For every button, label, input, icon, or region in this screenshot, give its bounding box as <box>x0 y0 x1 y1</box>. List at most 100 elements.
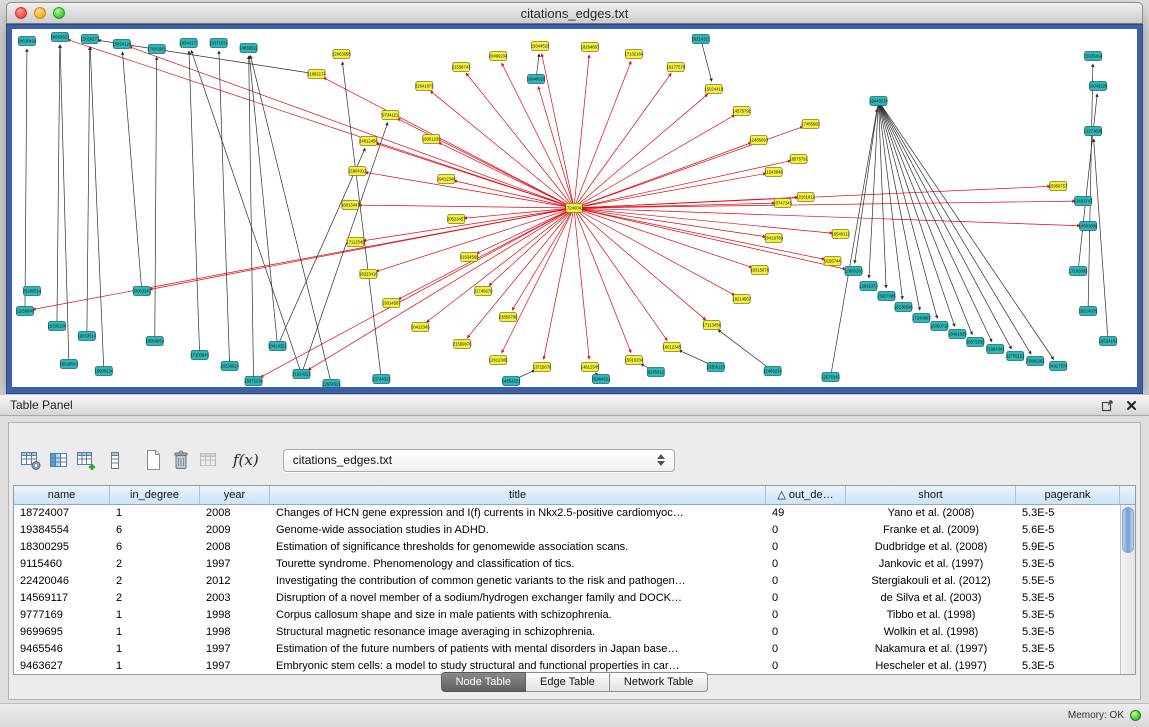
float-panel-icon[interactable] <box>1099 397 1115 413</box>
graph-edge[interactable] <box>261 208 574 377</box>
column-header-title[interactable]: title <box>270 486 766 505</box>
graph-node[interactable]: 16820541 <box>60 360 79 369</box>
table-row[interactable]: 946554611997Estimation of the future num… <box>14 641 1120 658</box>
table-cell[interactable]: 9463627 <box>14 658 110 675</box>
table-cell[interactable]: 2008 <box>200 505 270 522</box>
graph-node[interactable]: 17103943 <box>190 351 209 360</box>
graph-node[interactable]: 24812456 <box>359 137 378 146</box>
column-header-in_degree[interactable]: in_degree <box>110 486 200 505</box>
graph-edge[interactable] <box>122 52 141 291</box>
graph-edge[interactable] <box>574 208 846 269</box>
graph-node[interactable]: 18575791 <box>789 155 808 164</box>
graph-node[interactable]: 16949510 <box>527 75 546 84</box>
graph-node[interactable]: 10371074 <box>209 39 228 48</box>
graph-node[interactable]: 13715678 <box>533 363 552 372</box>
graph-edge[interactable] <box>438 142 574 208</box>
graph-node[interactable]: 17113456 <box>703 321 722 330</box>
column-header-pagerank[interactable]: pagerank <box>1016 486 1120 505</box>
table-cell[interactable]: 5.3E-5 <box>1016 658 1120 675</box>
graph-edge[interactable] <box>574 208 667 340</box>
graph-edge[interactable] <box>574 208 631 353</box>
function-builder-button[interactable]: f(x) <box>227 451 265 469</box>
table-cell[interactable]: 2 <box>110 556 200 573</box>
table-cell[interactable]: Hescheler et al. (1997) <box>846 658 1016 675</box>
tab-network-table[interactable]: Network Table <box>610 672 709 692</box>
table-cell[interactable]: 1 <box>110 607 200 624</box>
table-cell[interactable]: 2 <box>110 573 200 590</box>
graph-node[interactable]: 17112345 <box>346 238 365 247</box>
graph-node[interactable]: 20063341 <box>132 287 151 296</box>
graph-edge[interactable] <box>878 101 937 318</box>
graph-edge[interactable] <box>831 109 878 377</box>
table-cell[interactable]: 1998 <box>200 607 270 624</box>
delete-icon[interactable] <box>167 446 195 474</box>
graph-node[interactable]: 18214567 <box>732 295 751 304</box>
table-cell[interactable]: 5.9E-5 <box>1016 539 1120 556</box>
vertical-scrollbar[interactable] <box>1120 505 1135 674</box>
graph-edge[interactable] <box>57 45 60 326</box>
graph-edge[interactable] <box>454 181 574 208</box>
table-cell[interactable]: 5.3E-5 <box>1016 641 1120 658</box>
graph-node[interactable]: 12161612 <box>796 193 815 202</box>
close-panel-icon[interactable] <box>1123 397 1139 413</box>
table-cell[interactable]: Structural magnetic resonance image aver… <box>270 624 766 641</box>
table-cell[interactable]: Estimation of significance thresholds fo… <box>270 539 766 556</box>
graph-edge[interactable] <box>189 51 200 355</box>
table-cell[interactable]: 5.3E-5 <box>1016 505 1120 522</box>
table-cell[interactable]: Stergiakouli et al. (2012) <box>846 573 1016 590</box>
graph-edge[interactable] <box>878 101 1031 354</box>
graph-node[interactable]: 18301235 <box>422 135 441 144</box>
window-titlebar[interactable]: citations_edges.txt <box>6 2 1143 24</box>
table-cell[interactable]: 9777169 <box>14 607 110 624</box>
table-row[interactable]: 1830029562008Estimation of significance … <box>14 539 1120 556</box>
graph-edge[interactable] <box>574 73 671 208</box>
table-cell[interactable]: 9115460 <box>14 556 110 573</box>
graph-node[interactable]: 21082174 <box>307 70 326 79</box>
table-cell[interactable]: 1997 <box>200 556 270 573</box>
table-cell[interactable]: 1998 <box>200 624 270 641</box>
graph-edge[interactable] <box>1088 64 1093 311</box>
graph-node[interactable]: 14812345 <box>581 363 600 372</box>
graph-node[interactable]: 21509876 <box>453 340 472 349</box>
table-cell[interactable]: Wolkin et al. (1998) <box>846 624 1016 641</box>
graph-node[interactable]: 21634568 <box>460 253 479 262</box>
graph-node[interactable]: 23744321 <box>372 375 391 384</box>
graph-node[interactable]: 9734121 <box>382 111 399 120</box>
graph-node[interactable]: 16177578 <box>667 63 686 72</box>
graph-node[interactable]: 11543946 <box>764 168 783 177</box>
graph-edge[interactable] <box>718 330 773 371</box>
graph-edge[interactable] <box>878 101 886 288</box>
table-cell[interactable]: Dudbridge et al. (2008) <box>846 539 1016 556</box>
graph-edge[interactable] <box>25 49 27 311</box>
graph-node[interactable]: 16012345 <box>663 343 682 352</box>
table-cell[interactable]: 9699695 <box>14 624 110 641</box>
table-cell[interactable]: 0 <box>766 607 846 624</box>
graph-node[interactable]: 19056054 <box>145 337 164 346</box>
graph-node[interactable]: 9245012 <box>647 368 664 377</box>
graph-edge[interactable] <box>701 39 712 81</box>
graph-node[interactable]: 15027485 <box>877 292 896 301</box>
graph-node[interactable]: 25964321 <box>592 375 611 384</box>
table-cell[interactable]: Disruption of a novel member of a sodium… <box>270 590 766 607</box>
graph-node[interactable]: 19324181 <box>1099 337 1118 346</box>
graph-node[interactable]: 15905234 <box>95 367 114 376</box>
graph-node[interactable]: 23856780 <box>499 313 518 322</box>
graph-node[interactable]: 20499234 <box>489 52 508 61</box>
graph-edge[interactable] <box>249 56 254 381</box>
table-cell[interactable]: 5.3E-5 <box>1016 607 1120 624</box>
table-panel-header[interactable]: Table Panel <box>0 394 1149 416</box>
graph-node[interactable]: 13916374 <box>859 282 878 291</box>
table-mode-icon[interactable] <box>17 446 45 474</box>
graph-node[interactable]: 19344523 <box>531 42 550 51</box>
table-cell[interactable]: 1 <box>110 624 200 641</box>
table-cell[interactable]: 1997 <box>200 658 270 675</box>
graph-node[interactable]: 22641873 <box>415 82 434 91</box>
table-cell[interactable]: 0 <box>766 522 846 539</box>
table-row[interactable]: 911546021997Tourette syndrome. Phenomeno… <box>14 556 1120 573</box>
graph-node[interactable]: 26214321 <box>691 35 710 44</box>
graph-node[interactable]: 17249607 <box>912 314 931 323</box>
graph-node[interactable]: 16013447 <box>341 201 360 210</box>
table-cell[interactable]: Jankovic et al. (1997) <box>846 556 1016 573</box>
graph-node[interactable]: 17485083 <box>801 120 820 129</box>
table-row[interactable]: 969969511998Structural magnetic resonanc… <box>14 624 1120 641</box>
